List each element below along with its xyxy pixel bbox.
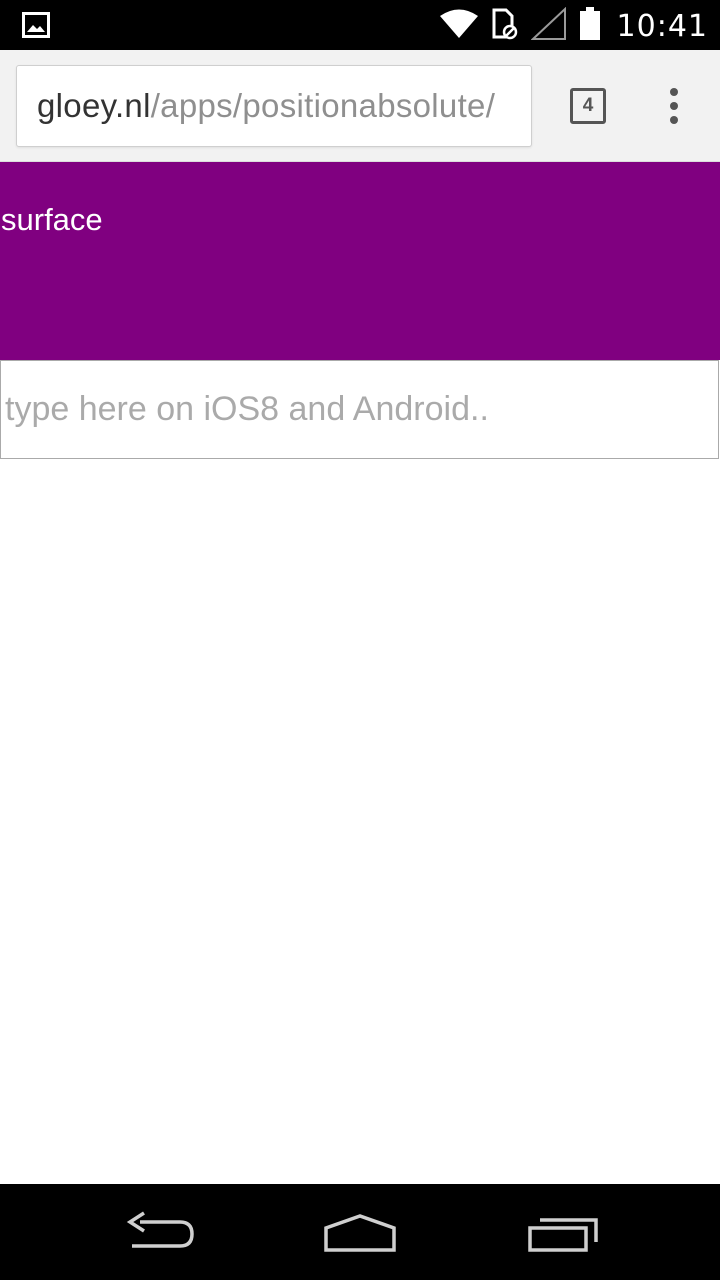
system-nav-bar (0, 1184, 720, 1280)
image-notification-icon (22, 12, 50, 38)
wifi-icon (439, 9, 479, 44)
url-path: /apps/positionabsolute/ (150, 87, 496, 124)
tab-count: 4 (582, 95, 594, 116)
surface-panel: surface (0, 162, 720, 360)
cell-signal-icon (530, 6, 567, 46)
url-bar[interactable]: gloey.nl/apps/positionabsolute/ (16, 65, 532, 147)
text-input[interactable] (0, 360, 719, 459)
status-clock: 10:41 (616, 8, 708, 44)
recent-apps-icon[interactable] (524, 1208, 604, 1256)
overflow-menu-icon[interactable] (656, 84, 692, 128)
home-icon[interactable] (320, 1208, 400, 1256)
url-domain: gloey.nl (37, 87, 151, 124)
back-icon[interactable] (120, 1208, 200, 1256)
sim-card-icon (491, 8, 519, 45)
status-bar: 10:41 (0, 0, 720, 50)
battery-icon (579, 6, 601, 46)
tab-switcher-button[interactable]: 4 (570, 88, 606, 124)
surface-label: surface (1, 202, 103, 237)
browser-toolbar: gloey.nl/apps/positionabsolute/ 4 (0, 50, 720, 162)
